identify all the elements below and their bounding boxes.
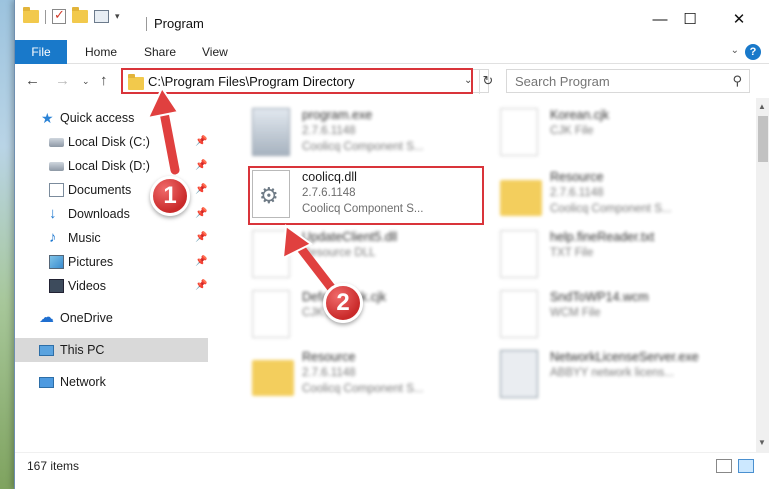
step-2-callout: 2 [323,283,363,323]
step-1-callout: 1 [150,176,190,216]
annotation-arrows [146,85,338,295]
arrow-head-1 [146,85,180,120]
